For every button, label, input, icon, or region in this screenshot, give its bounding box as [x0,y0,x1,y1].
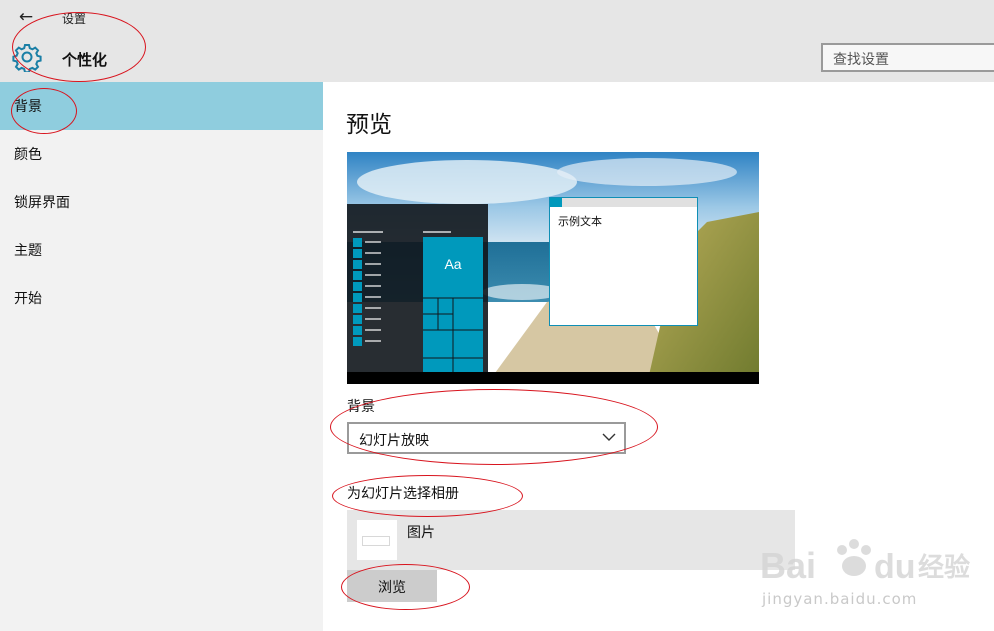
svg-text:du: du [874,548,916,586]
sidebar-item-label: 锁屏界面 [14,195,70,211]
page-title: 个性化 [62,51,108,69]
gear-icon [12,44,42,72]
sidebar-item-label: 背景 [14,99,42,115]
background-dropdown[interactable]: 幻灯片放映 [347,422,626,454]
watermark-url: jingyan.baidu.com [762,590,918,608]
album-label: 为幻灯片选择相册 [347,486,459,502]
folder-thumbnail [357,520,397,560]
svg-text:经验: 经验 [918,552,970,583]
app-title: 设置 [62,12,87,26]
search-placeholder: 查找设置 [833,52,889,68]
svg-text:Bai: Bai [760,545,816,586]
album-folder-item[interactable]: 图片 [347,510,795,570]
sidebar-item-label: 颜色 [14,147,42,163]
sidebar-item-label: 主题 [14,243,42,259]
sidebar-item-background[interactable]: 背景 [0,82,323,130]
sidebar-item-label: 开始 [14,291,42,307]
sidebar-item-themes[interactable]: 主题 [0,226,323,274]
background-label: 背景 [347,399,375,415]
dropdown-value: 幻灯片放映 [359,433,429,449]
sample-window: 示例文本 [549,197,698,326]
sidebar-item-colors[interactable]: 颜色 [0,130,323,178]
chevron-down-icon [602,433,616,441]
browse-button[interactable]: 浏览 [347,570,437,602]
preview-heading: 预览 [346,112,392,138]
sidebar: 背景 颜色 锁屏界面 主题 开始 [0,82,323,631]
browse-button-label: 浏览 [378,580,406,596]
back-arrow-icon[interactable]: ← [14,6,38,28]
sample-window-titlebar [550,198,697,207]
tile-label: Aa [444,256,462,272]
sample-text: 示例文本 [558,215,602,228]
sidebar-item-start[interactable]: 开始 [0,274,323,322]
sidebar-item-lock-screen[interactable]: 锁屏界面 [0,178,323,226]
search-input[interactable]: 查找设置 [821,43,994,72]
folder-name: 图片 [407,525,435,541]
